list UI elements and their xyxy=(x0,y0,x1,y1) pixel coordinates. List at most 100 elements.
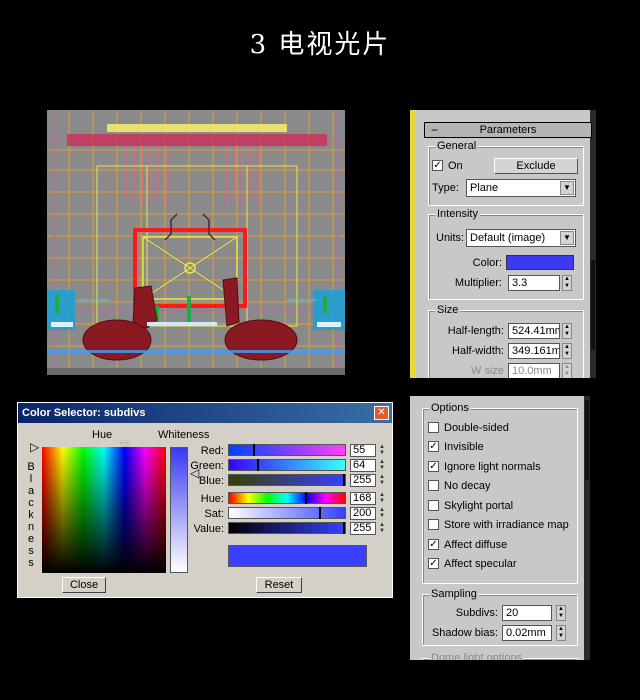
value-spinner[interactable]: ▲ ▼ xyxy=(378,522,386,535)
hue-slider-marker[interactable] xyxy=(305,492,307,504)
blue-label: Blue: xyxy=(198,475,224,487)
double-sided-label: Double-sided xyxy=(444,422,509,434)
close-icon[interactable]: ✕ xyxy=(374,406,389,420)
affect-specular-checkbox[interactable]: ✓ xyxy=(428,558,439,569)
multiplier-field[interactable]: 3.3 xyxy=(508,275,560,291)
panel-scrollbar[interactable] xyxy=(590,110,596,378)
blue-slider[interactable] xyxy=(228,474,346,486)
units-dropdown[interactable]: Default (image) ▼ xyxy=(466,229,576,247)
affect-diffuse-checkbox[interactable]: ✓ xyxy=(428,539,439,550)
size-group-title: Size xyxy=(435,303,461,317)
green-spinner[interactable]: ▲ ▼ xyxy=(378,459,386,472)
sat-slider[interactable] xyxy=(228,507,346,519)
red-field[interactable]: 55 xyxy=(350,444,376,457)
value-slider-marker[interactable] xyxy=(343,522,345,534)
half-length-field[interactable]: 524.41mm xyxy=(508,323,560,339)
value-field[interactable]: 255 xyxy=(350,522,376,535)
affect-specular-label: Affect specular xyxy=(444,558,517,570)
hue-spinner[interactable]: ▲ ▼ xyxy=(378,492,386,505)
skylight-portal-label: Skylight portal xyxy=(444,500,514,512)
dome-light-group[interactable]: Dome light options xyxy=(422,651,578,660)
value-label: Value: xyxy=(193,523,224,535)
close-button[interactable]: Close xyxy=(62,577,106,593)
hue-heading: Hue xyxy=(92,429,113,441)
blue-field[interactable]: 255 xyxy=(350,474,376,487)
type-dropdown[interactable]: Plane ▼ xyxy=(466,179,576,197)
no-decay-checkbox[interactable] xyxy=(428,480,439,491)
exclude-button[interactable]: Exclude xyxy=(494,158,578,174)
panel-edge-strip xyxy=(410,110,416,378)
red-slider[interactable] xyxy=(228,444,346,456)
color-preview-swatch xyxy=(228,545,367,567)
whiteness-heading: Whiteness xyxy=(158,429,210,441)
blue-spinner[interactable]: ▲ ▼ xyxy=(378,474,386,487)
type-value: Plane xyxy=(470,182,499,194)
half-width-field[interactable]: 349.161m xyxy=(508,343,560,359)
dropdown-arrow-icon: ▼ xyxy=(560,231,574,245)
color-label: Color: xyxy=(472,257,502,269)
blackness-heading: Blackness xyxy=(27,461,35,569)
subdivs-field[interactable]: 20 xyxy=(502,605,552,621)
sat-slider-marker[interactable] xyxy=(319,507,321,519)
type-label: Type: xyxy=(432,182,459,194)
green-field[interactable]: 64 xyxy=(350,459,376,472)
blackness-pointer-icon[interactable]: ▷ xyxy=(30,441,39,453)
hue-blackness-field[interactable] xyxy=(42,447,166,573)
scrollbar-thumb[interactable] xyxy=(591,260,595,350)
panel-scrollbar[interactable] xyxy=(584,396,590,660)
green-label: Green: xyxy=(190,460,224,472)
hue-slider[interactable] xyxy=(228,492,346,504)
half-length-spinner[interactable]: ▲ ▼ xyxy=(562,323,572,339)
red-label: Red: xyxy=(200,445,224,457)
scrollbar-thumb[interactable] xyxy=(585,400,589,480)
green-slider-marker[interactable] xyxy=(257,459,259,471)
options-group-title: Options xyxy=(429,401,471,415)
store-irradiance-checkbox[interactable] xyxy=(428,519,439,530)
subdivs-label: Subdivs: xyxy=(455,607,498,619)
subdivs-spinner[interactable]: ▲ ▼ xyxy=(556,605,566,621)
double-sided-checkbox[interactable] xyxy=(428,422,439,433)
blue-slider-marker[interactable] xyxy=(343,474,345,486)
red-spinner[interactable]: ▲ ▼ xyxy=(378,444,386,457)
half-length-label: Half-length: xyxy=(447,325,504,337)
rollout-title: Parameters xyxy=(479,124,537,136)
intensity-group-title: Intensity xyxy=(435,207,480,221)
skylight-portal-checkbox[interactable] xyxy=(428,500,439,511)
red-slider-marker[interactable] xyxy=(253,444,255,456)
half-width-spinner[interactable]: ▲ ▼ xyxy=(562,343,572,359)
light-color-swatch[interactable] xyxy=(506,255,574,270)
multiplier-spinner[interactable]: ▲ ▼ xyxy=(562,275,572,291)
parameters-panel: − Parameters General ✓ On Exclude Type: … xyxy=(410,110,596,378)
value-slider[interactable] xyxy=(228,522,346,534)
shadow-bias-label: Shadow bias: xyxy=(431,627,498,639)
color-selector-titlebar[interactable]: Color Selector: subdivs xyxy=(18,403,392,423)
sat-spinner[interactable]: ▲ ▼ xyxy=(378,507,386,520)
hue-field[interactable]: 168 xyxy=(350,492,376,505)
reset-button[interactable]: Reset xyxy=(256,577,302,593)
multiplier-label: Multiplier: xyxy=(454,277,502,289)
no-decay-label: No decay xyxy=(444,480,491,492)
affect-diffuse-label: Affect diffuse xyxy=(444,539,508,551)
invisible-label: Invisible xyxy=(444,441,484,453)
general-group: General xyxy=(428,139,584,206)
shadow-bias-field[interactable]: 0.02mm xyxy=(502,625,552,641)
viewport-render[interactable] xyxy=(47,110,345,375)
ignore-light-normals-checkbox[interactable]: ✓ xyxy=(428,461,439,472)
sat-label: Sat: xyxy=(204,508,224,520)
w-size-spinner: ▲ ▼ xyxy=(562,363,572,378)
color-selector-title: Color Selector: subdivs xyxy=(22,407,146,419)
invisible-checkbox[interactable]: ✓ xyxy=(428,441,439,452)
on-label: On xyxy=(448,160,463,172)
shadow-bias-spinner[interactable]: ▲ ▼ xyxy=(556,625,566,641)
on-checkbox[interactable]: ✓ xyxy=(432,160,443,171)
parameters-rollout-header[interactable]: − Parameters xyxy=(424,122,592,138)
dome-light-options-title: Dome light options xyxy=(429,651,525,660)
sat-field[interactable]: 200 xyxy=(350,507,376,520)
w-size-label: W size xyxy=(471,365,504,377)
ignore-light-normals-label: Ignore light normals xyxy=(444,461,541,473)
units-label: Units: xyxy=(436,232,465,244)
half-width-label: Half-width: xyxy=(452,345,504,357)
sampling-group-title: Sampling xyxy=(429,587,479,601)
green-slider[interactable] xyxy=(228,459,346,471)
page-title: 3 电视光片 xyxy=(249,30,391,60)
